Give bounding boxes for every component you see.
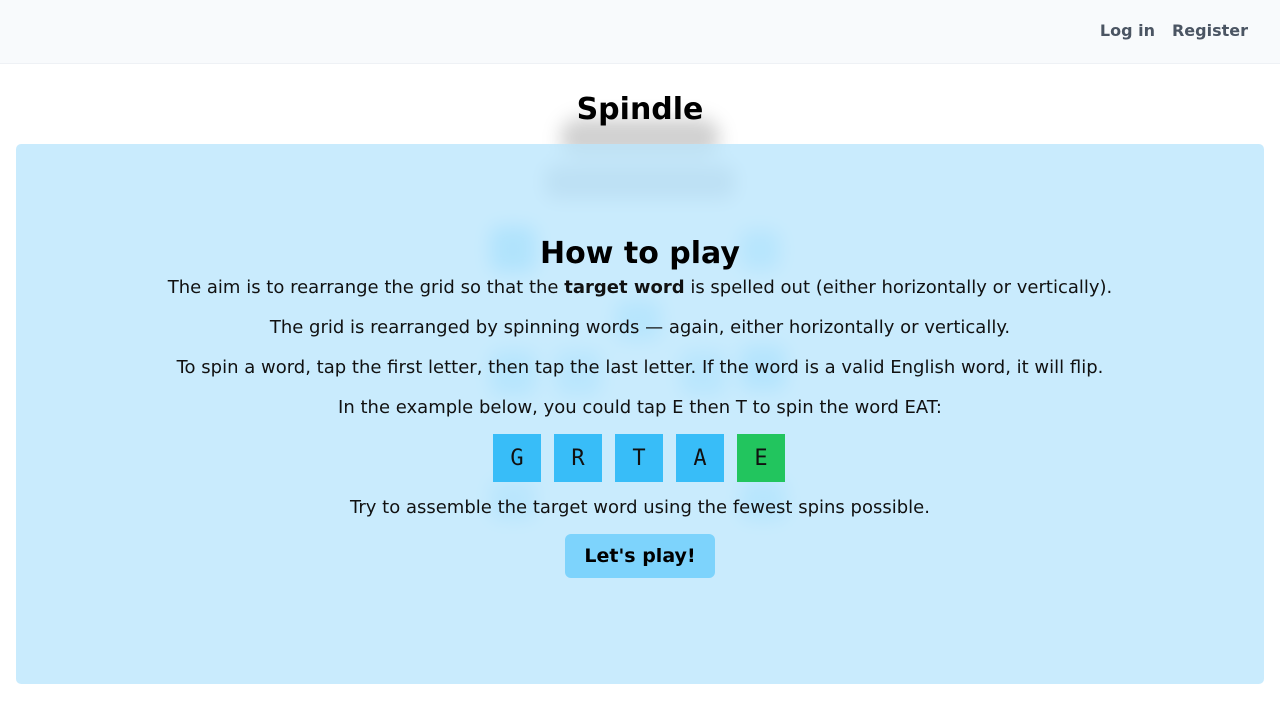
example-tile: A xyxy=(676,434,724,482)
instruction-aim-start: The aim is to rearrange the grid so that… xyxy=(167,277,565,298)
register-link[interactable]: Register xyxy=(1172,21,1248,40)
example-tile-highlighted: E xyxy=(737,434,785,482)
how-to-play-modal: How to play The aim is to rearrange the … xyxy=(16,144,1264,684)
target-word-emphasis: target word xyxy=(564,277,685,298)
instruction-aim: The aim is to rearrange the grid so that… xyxy=(16,276,1264,300)
instruction-example: In the example below, you could tap E th… xyxy=(338,397,942,418)
instruction-goal: Try to assemble the target word using th… xyxy=(350,497,930,518)
auth-nav: Log in Register xyxy=(1100,21,1248,40)
instruction-aim-end: is spelled out (either horizontally or v… xyxy=(684,277,1113,298)
example-tile: T xyxy=(615,434,663,482)
example-tile: G xyxy=(493,434,541,482)
page-title: Spindle xyxy=(576,92,704,127)
top-navbar: Log in Register xyxy=(0,0,1280,64)
lets-play-button[interactable]: Let's play! xyxy=(565,534,715,578)
example-tiles: G R T A E xyxy=(493,434,785,482)
example-tile: R xyxy=(554,434,602,482)
login-link[interactable]: Log in xyxy=(1100,21,1155,40)
instruction-tap: To spin a word, tap the first letter, th… xyxy=(176,357,1104,378)
instruction-spinning: The grid is rearranged by spinning words… xyxy=(269,317,1011,338)
modal-title: How to play xyxy=(540,236,740,271)
